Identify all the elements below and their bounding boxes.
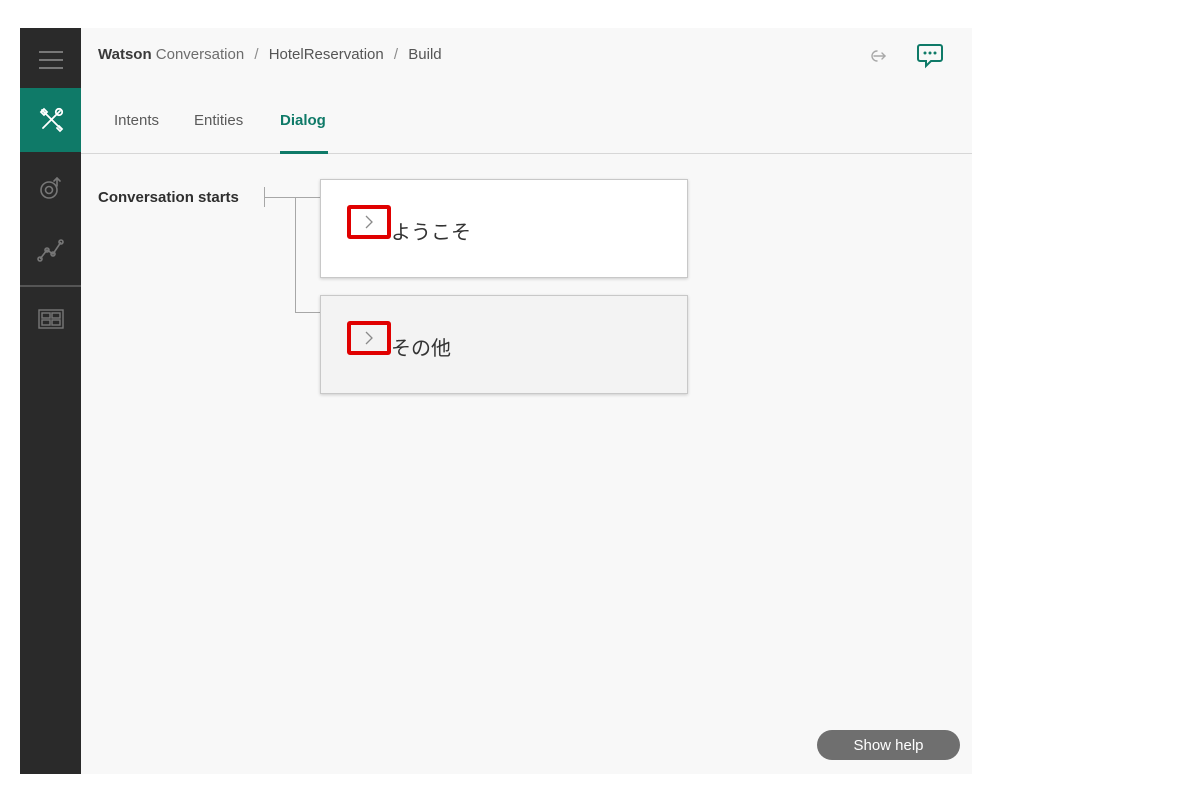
deploy-icon (39, 176, 61, 199)
deploy-nav-button[interactable] (20, 156, 81, 220)
show-help-button[interactable]: Show help (817, 730, 960, 760)
breadcrumb: Watson Conversation / HotelReservation /… (98, 46, 442, 63)
tab-dialog[interactable]: Dialog (280, 112, 326, 129)
dialog-node-title: その他 (391, 336, 451, 360)
tree-connector (295, 312, 320, 313)
exit-arrow-icon (871, 50, 886, 62)
expand-node-button[interactable] (347, 205, 391, 239)
tree-vertical-connector (295, 197, 296, 313)
hamburger-menu-icon (38, 51, 63, 69)
dialog-node-title: ようこそ (391, 220, 471, 244)
build-tools-icon (39, 107, 63, 133)
workspaces-grid-icon (37, 309, 64, 329)
build-tabs: Intents Entities Dialog (81, 84, 972, 154)
breadcrumb-workspace[interactable]: HotelReservation (269, 46, 384, 63)
try-it-chat-button[interactable] (914, 40, 946, 72)
breadcrumb-separator: / (393, 46, 399, 63)
exit-button[interactable] (862, 40, 894, 72)
breadcrumb-section: Build (408, 46, 442, 63)
left-nav-rail (20, 28, 81, 774)
tab-intents[interactable]: Intents (114, 112, 159, 129)
breadcrumb-separator: / (254, 46, 259, 63)
dialog-node[interactable]: その他 (320, 295, 688, 394)
menu-button[interactable] (20, 28, 81, 92)
dialog-canvas: Conversation starts ようこそ その他 Show help (81, 154, 972, 774)
conversation-start-label: Conversation starts (98, 189, 239, 206)
top-header: Watson Conversation / HotelReservation /… (81, 28, 972, 84)
workspaces-nav-button[interactable] (20, 287, 81, 351)
expand-node-button[interactable] (347, 321, 391, 355)
chat-bubble-icon (917, 44, 943, 69)
tree-connector (265, 197, 320, 198)
chevron-right-icon (365, 215, 373, 229)
build-nav-button[interactable] (20, 88, 81, 152)
chevron-right-icon (365, 331, 373, 345)
product-name[interactable]: Conversation (156, 46, 244, 63)
watson-app: Watson Conversation / HotelReservation /… (20, 28, 972, 774)
tab-entities[interactable]: Entities (194, 112, 243, 129)
improve-analytics-icon (36, 239, 64, 262)
improve-nav-button[interactable] (20, 218, 81, 282)
brand-name: Watson (98, 46, 152, 63)
dialog-node[interactable]: ようこそ (320, 179, 688, 278)
